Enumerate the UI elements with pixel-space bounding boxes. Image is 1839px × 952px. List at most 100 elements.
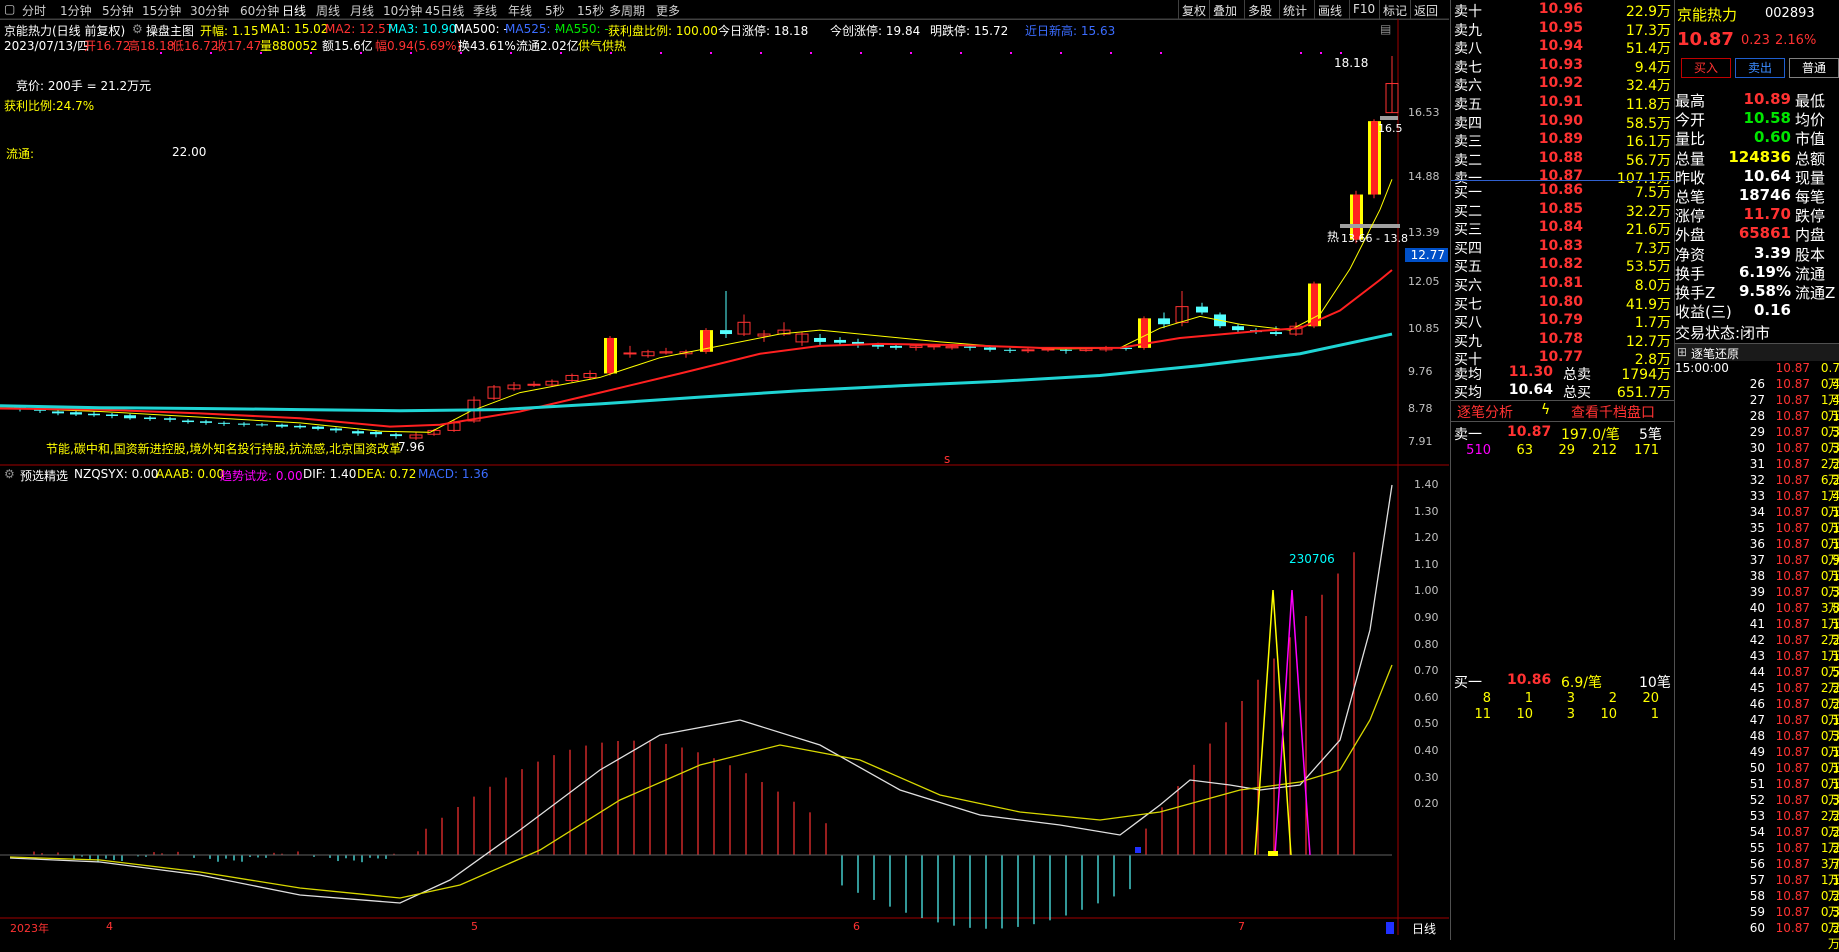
order-book-row[interactable]: 买六 10.81 8.0万 (1451, 274, 1675, 294)
tick-index: 37 (1749, 553, 1765, 567)
candle-body (1004, 349, 1016, 351)
order-book-row[interactable]: 买七 10.80 41.9万 (1451, 293, 1675, 313)
low-value-label: 7.96 (398, 440, 425, 454)
order-book-row[interactable]: 买五 10.82 53.5万 (1451, 255, 1675, 275)
tick-index: 29 (1749, 425, 1765, 439)
order-book-row[interactable]: 买一 10.86 7.5万 (1451, 181, 1675, 201)
sell-button[interactable]: 卖出 (1735, 58, 1785, 78)
candle-body (182, 420, 194, 423)
queue-item: 1 (1650, 707, 1659, 722)
tick-index: 58 (1749, 889, 1765, 903)
tick-price: 10.87 (1775, 713, 1810, 727)
quote-info-label: 今开 (1675, 111, 1706, 130)
sub-name[interactable]: 预选精选 (20, 467, 68, 484)
tick-row: 58 10.87 0.2万 (1675, 889, 1839, 919)
price-axis-label: 8.78 (1408, 402, 1433, 415)
order-book-row[interactable]: 买九 10.78 12.7万 (1451, 330, 1675, 350)
order-book-row[interactable]: 卖十 10.96 22.9万 (1451, 0, 1675, 20)
quote-info-value: 3.39 (1753, 243, 1791, 262)
buy-button[interactable]: 买入 (1681, 58, 1731, 78)
order-book-row[interactable]: 卖七 10.93 9.4万 (1451, 56, 1675, 76)
sub-chart-settings-icon[interactable]: ⚙ (4, 467, 15, 481)
tab-analysis[interactable]: 逐笔分析 (1457, 402, 1513, 422)
tick-index: 52 (1749, 793, 1765, 807)
tick-title[interactable]: 逐笔还原 (1691, 345, 1739, 362)
queue-per: 6.9/笔 (1561, 675, 1602, 691)
tick-index: 27 (1749, 393, 1765, 407)
candle-body (276, 424, 288, 427)
price-axis-label: 7.91 (1408, 435, 1433, 448)
sub-trend: 趋势试龙: 0.00 (220, 469, 303, 483)
tick-first-price: 10.87 (1775, 361, 1810, 375)
chart-menu-icon[interactable]: ▤ (1380, 22, 1391, 36)
order-book-row[interactable]: 买三 10.84 21.6万 (1451, 218, 1675, 238)
tick-row: 45 10.87 2.2万 (1675, 681, 1839, 711)
queue-item: 11 (1474, 707, 1491, 722)
tick-row: 36 10.87 0.1万 (1675, 537, 1839, 567)
order-book-row[interactable]: 买二 10.85 32.2万 (1451, 200, 1675, 220)
dot-marker (910, 52, 912, 54)
create-limit: 今创涨停: 19.84 (830, 24, 921, 38)
scroll-marker (1386, 922, 1394, 934)
settings-icon[interactable]: ⚙ (132, 22, 143, 36)
candle-body (312, 426, 324, 429)
sum-label: 总买 (1563, 385, 1591, 401)
candle-body-inner (607, 337, 614, 374)
tick-price: 10.87 (1775, 825, 1810, 839)
order-book-row[interactable]: 卖二 10.88 56.7万 (1451, 149, 1675, 169)
tick-row: 34 10.87 0.1万 (1675, 505, 1839, 535)
queue-item: 29 (1558, 443, 1575, 458)
order-book-row[interactable]: 买四 10.83 7.3万 (1451, 237, 1675, 257)
tick-index: 46 (1749, 697, 1765, 711)
order-book-row[interactable]: 卖九 10.95 17.3万 (1451, 19, 1675, 39)
queue-row: 11 10 3 10 1 (1451, 707, 1675, 723)
lightning-icon: ϟ (1541, 402, 1551, 418)
tick-index: 50 (1749, 761, 1765, 775)
queue-summary: 买一 10.86 6.9/笔 10笔 (1451, 671, 1675, 691)
tick-price: 10.87 (1775, 649, 1810, 663)
order-book-row[interactable]: 卖五 10.91 11.8万 (1451, 93, 1675, 113)
tick-first-time: 15:00:00 (1675, 361, 1729, 375)
tick-row: 37 10.87 0.9万 (1675, 553, 1839, 583)
sub-annotation: 230706 (1289, 552, 1335, 566)
tick-index: 31 (1749, 457, 1765, 471)
order-book-row[interactable]: 卖八 10.94 51.4万 (1451, 37, 1675, 57)
price-axis-label: 13.39 (1408, 226, 1440, 239)
candle-body (834, 339, 846, 343)
tick-row-first: 15:00:00 10.87 0.7万 (1675, 361, 1839, 391)
quote-info-panel: 京能热力 002893 10.87 0.23 2.16% 买入 卖出 普通 最高… (1674, 0, 1839, 951)
tick-price: 10.87 (1775, 553, 1810, 567)
queue-item: 510 (1466, 443, 1491, 458)
tick-row: 31 10.87 2.2万 (1675, 457, 1839, 487)
tick-index: 47 (1749, 713, 1765, 727)
tick-index: 56 (1749, 857, 1765, 871)
order-price: 10.84 (1538, 219, 1583, 236)
order-book-row[interactable]: 卖六 10.92 32.4万 (1451, 74, 1675, 94)
tick-price: 10.87 (1775, 601, 1810, 615)
collapse-icon[interactable]: ⊞ (1677, 345, 1687, 359)
queue-item: 171 (1634, 443, 1659, 458)
tab-level[interactable]: 查看千档盘口 (1571, 402, 1655, 422)
tick-index: 57 (1749, 873, 1765, 887)
dif-line (9, 484, 1393, 904)
sub-axis-label: 0.50 (1414, 717, 1439, 731)
more-button[interactable]: 普通 (1789, 58, 1839, 78)
tick-row: 51 10.87 0.1万 (1675, 777, 1839, 807)
avg-label: 买均 (1454, 385, 1482, 401)
concepts-note: 节能,碳中和,国资新进控股,境外知名投行持股,抗流感,北京国资改革 (46, 442, 402, 456)
tick-index: 60 (1749, 921, 1765, 935)
sub-axis-label: 1.00 (1414, 584, 1439, 598)
order-book-row[interactable]: 卖三 10.89 16.1万 (1451, 130, 1675, 150)
ma500-value: MA500: - (454, 22, 508, 36)
tick-row: 46 10.87 0.2万 (1675, 697, 1839, 727)
order-book-row[interactable]: 买八 10.79 1.7万 (1451, 311, 1675, 331)
bottom-period-label[interactable]: 日线 (1412, 920, 1436, 937)
order-book-row[interactable]: 卖四 10.90 58.5万 (1451, 112, 1675, 132)
info-close: 收17.47 (215, 39, 262, 53)
time-axis-label: 4 (106, 920, 113, 933)
tick-price: 10.87 (1775, 857, 1810, 871)
mid-mark-label: 16.5 (1378, 122, 1403, 135)
tick-index: 48 (1749, 729, 1765, 743)
order-price: 10.93 (1538, 56, 1583, 73)
price-axis-label: 14.88 (1408, 170, 1440, 183)
